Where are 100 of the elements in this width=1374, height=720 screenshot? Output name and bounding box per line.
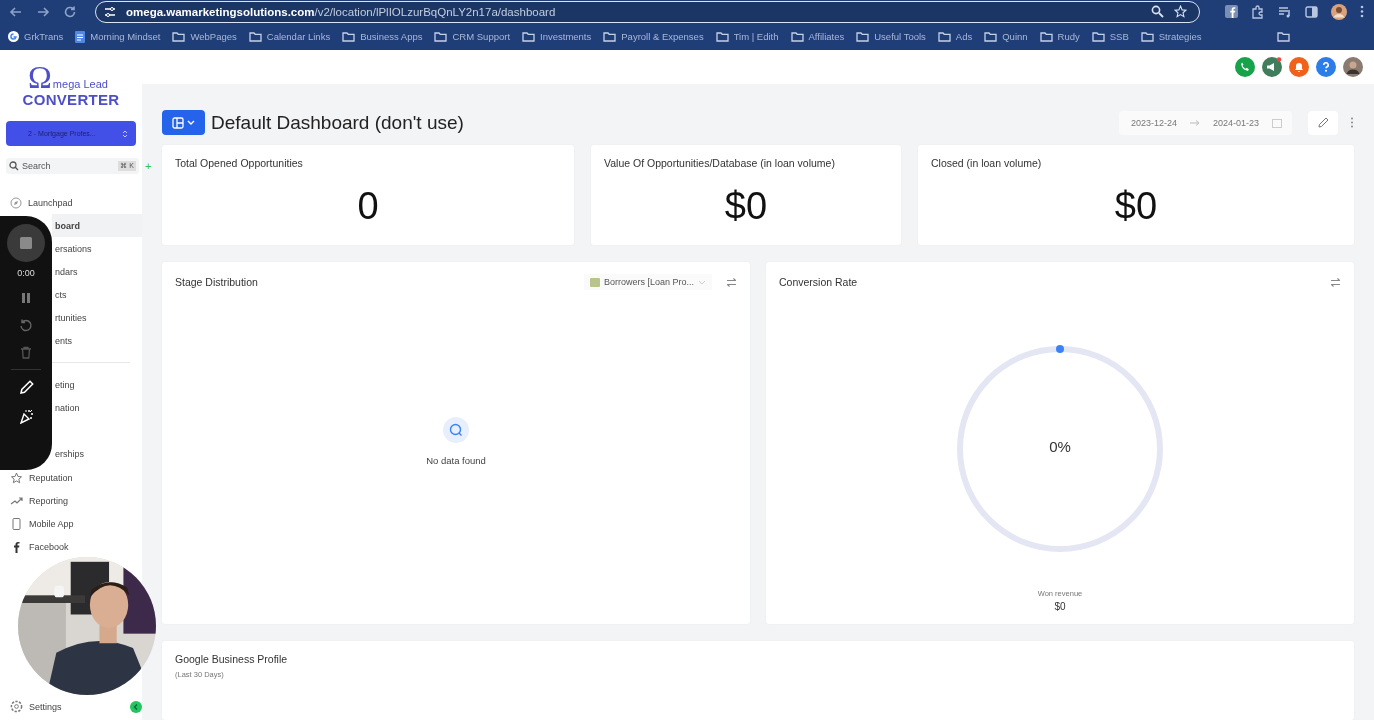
extensions-icon[interactable] — [1251, 4, 1265, 19]
side-panel-icon[interactable] — [1305, 5, 1318, 18]
folder-icon — [434, 31, 448, 42]
nav-item[interactable]: ersations — [52, 237, 142, 260]
bookmark[interactable]: SSB — [1091, 31, 1129, 42]
media-icon[interactable] — [1278, 5, 1292, 18]
edit-button[interactable] — [1308, 110, 1338, 135]
folder-icon — [342, 31, 356, 42]
more-icon[interactable] — [1350, 117, 1354, 128]
bookmark[interactable]: Tim | Edith — [715, 31, 779, 42]
pause-icon[interactable] — [20, 292, 32, 304]
bell-icon[interactable] — [1289, 57, 1309, 77]
bookmark[interactable]: Investments — [522, 31, 592, 42]
card-title: Stage Distribution — [175, 276, 258, 289]
card-title: Total Opened Opportunities — [175, 157, 304, 169]
menu-icon[interactable] — [1360, 5, 1364, 18]
restart-icon[interactable] — [19, 318, 33, 332]
swap-icon[interactable] — [726, 277, 737, 287]
calendar-icon — [1272, 117, 1282, 128]
end-date: 2024-01-23 — [1212, 117, 1259, 128]
gear-icon — [10, 700, 23, 713]
trash-icon[interactable] — [20, 346, 32, 359]
empty-message: No data found — [426, 454, 486, 466]
collapse-icon[interactable] — [130, 700, 142, 713]
nav-item[interactable]: Reporting — [0, 491, 79, 511]
nav-item[interactable]: board — [52, 214, 142, 237]
conversion-percent: 0% — [1048, 438, 1072, 456]
nav-item[interactable]: Settings — [0, 695, 72, 718]
won-revenue-value: $0 — [1054, 601, 1066, 613]
bookmark[interactable]: Rudy — [1039, 31, 1080, 42]
pencil-icon — [1317, 117, 1329, 128]
search-icon — [9, 161, 19, 171]
layout-icon — [172, 116, 184, 129]
folder-icon[interactable] — [1277, 31, 1290, 42]
url-text: omega.wamarketingsolutions.com/v2/location/lPlIOLzurBqQnLY2n17a/dashboard — [126, 5, 556, 18]
dashboard-switcher-button[interactable] — [162, 110, 205, 135]
card-title: Conversion Rate — [779, 276, 858, 289]
nav-item[interactable]: Launchpad — [0, 191, 142, 214]
bookmark[interactable]: GrkTrans — [8, 31, 64, 42]
caret-icon — [698, 279, 706, 285]
bookmark[interactable]: Quinn — [984, 31, 1028, 42]
card-title: Value Of Opportunities/Database (in loan volume) — [604, 157, 836, 169]
folder-icon — [856, 31, 870, 42]
nav-item[interactable]: Mobile App — [0, 514, 84, 534]
nav-item[interactable]: Reputation — [0, 468, 83, 488]
address-bar[interactable]: omega.wamarketingsolutions.com/v2/location/lPlIOLzurBqQnLY2n17a/dashboard — [95, 0, 1200, 23]
swap-icon[interactable] — [1330, 277, 1341, 287]
nav-item[interactable]: cts — [52, 283, 142, 306]
compass-icon — [10, 196, 22, 209]
start-date: 2023-12-24 — [1130, 117, 1177, 128]
nav-item[interactable]: ndars — [52, 260, 142, 283]
pen-icon[interactable] — [18, 380, 34, 395]
phone-icon[interactable] — [1235, 57, 1255, 77]
folder-icon — [715, 31, 729, 42]
stat-value: $0 — [724, 185, 768, 228]
zoom-icon[interactable] — [1151, 5, 1164, 18]
nav-item[interactable]: erships — [52, 442, 142, 465]
bookmark[interactable]: Calendar Links — [248, 31, 331, 42]
document-icon — [75, 30, 86, 43]
sparkle-icon[interactable] — [18, 409, 34, 424]
folder-icon — [522, 31, 536, 42]
bookmark[interactable]: Useful Tools — [856, 31, 926, 42]
bookmark[interactable]: Ads — [937, 31, 973, 42]
card-title: Closed (in loan volume) — [931, 157, 1043, 169]
bookmark[interactable]: CRM Support — [434, 31, 511, 42]
nav-item[interactable]: rtunities — [52, 306, 142, 329]
help-icon[interactable] — [1316, 57, 1336, 77]
folder-icon — [1091, 31, 1105, 42]
bookmark[interactable]: Payroll & Expenses — [603, 31, 704, 42]
bookmark[interactable]: Business Apps — [342, 31, 423, 42]
bookmark[interactable]: Morning Mindset — [75, 30, 161, 43]
pipeline-dropdown[interactable]: Borrowers [Loan Pro... — [583, 274, 712, 291]
nav-item[interactable]: nation — [52, 396, 142, 419]
folder-icon — [248, 31, 262, 42]
star-icon — [10, 472, 23, 484]
profile-avatar[interactable] — [1331, 3, 1347, 20]
megaphone-icon[interactable] — [1262, 57, 1282, 77]
reload-icon[interactable] — [63, 4, 77, 19]
folder-icon — [790, 31, 804, 42]
nav-item[interactable]: Facebook — [0, 537, 79, 557]
back-icon[interactable] — [9, 4, 23, 19]
card-title: Google Business Profile — [175, 653, 289, 666]
bookmark[interactable]: WebPages — [172, 31, 237, 42]
bookmark[interactable]: Strategies — [1140, 31, 1202, 42]
folder-icon — [984, 31, 998, 42]
tune-icon[interactable] — [104, 5, 116, 18]
dashboard-title: Default Dashboard (don't use) — [211, 111, 464, 134]
nav-item[interactable]: ents — [52, 329, 142, 352]
user-avatar[interactable] — [1343, 57, 1363, 77]
bookmark[interactable]: Affiliates — [790, 31, 845, 42]
star-icon[interactable] — [1174, 5, 1187, 18]
date-range-picker[interactable]: 2023-12-24 2024-01-23 — [1118, 110, 1292, 135]
forward-icon[interactable] — [36, 4, 50, 19]
facebook-extension-icon[interactable] — [1225, 5, 1238, 18]
nav-item[interactable]: eting — [52, 373, 142, 396]
search-icon — [443, 416, 469, 443]
stop-button[interactable] — [7, 224, 45, 262]
trend-icon — [10, 496, 23, 506]
google-icon — [8, 31, 19, 42]
recording-time: 0:00 — [17, 268, 35, 278]
